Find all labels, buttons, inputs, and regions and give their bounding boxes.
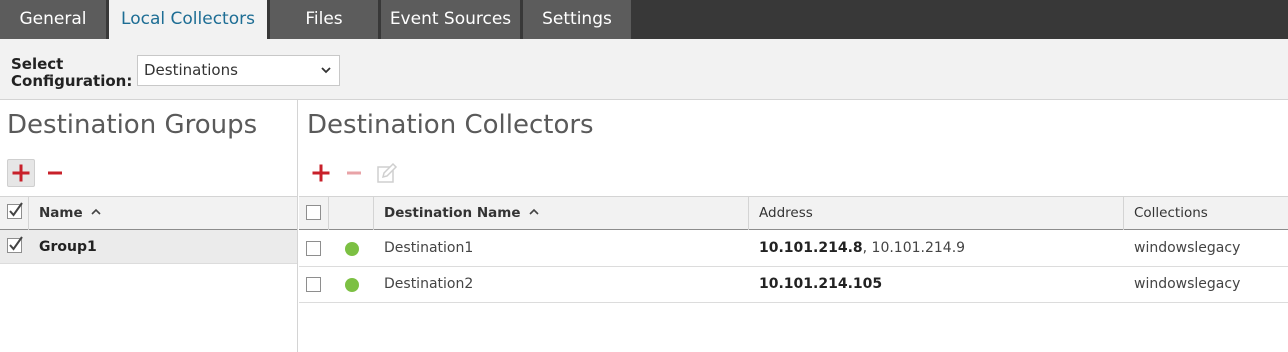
add-group-button[interactable] [7, 159, 35, 187]
column-separator [28, 197, 29, 230]
minus-icon [347, 171, 361, 175]
address-primary: 10.101.214.105 [759, 276, 883, 292]
column-separator [1123, 197, 1124, 230]
destination-row-checkbox[interactable] [306, 277, 321, 292]
chevron-down-icon [320, 56, 332, 85]
groups-name-column-header[interactable]: Name [39, 197, 102, 230]
tab-event-sources[interactable]: Event Sources [381, 0, 520, 39]
sort-ascending-icon [529, 208, 539, 215]
config-bar: Select Configuration: Destinations [0, 39, 1288, 100]
group-row-checkbox[interactable] [7, 236, 23, 254]
minus-icon [48, 171, 62, 175]
group-name: Group1 [39, 239, 97, 255]
destination-name-cell: Destination2 [384, 276, 474, 292]
column-separator [748, 197, 749, 230]
edit-destination-button[interactable] [373, 159, 401, 187]
address-column-header[interactable]: Address [759, 197, 813, 230]
group-name-cell: Group1 [39, 230, 97, 264]
sort-ascending-icon [91, 208, 101, 215]
edit-icon [377, 162, 398, 183]
address-primary: 10.101.214.8 [759, 240, 863, 256]
select-configuration-label: Select Configuration: [11, 56, 132, 90]
configuration-select[interactable]: Destinations [137, 55, 340, 86]
status-online-icon [345, 278, 359, 292]
destination-collectors-title: Destination Collectors [307, 110, 594, 140]
add-destination-button[interactable] [307, 159, 335, 187]
select-configuration-label-text: Select Configuration: [11, 55, 133, 90]
configuration-select-value: Destinations [144, 61, 238, 79]
select-all-destinations-checkbox[interactable] [306, 205, 321, 220]
plus-icon [312, 164, 330, 182]
remove-group-button[interactable] [41, 159, 69, 187]
destination-collectors-panel: Destination Collectors Destination Name … [299, 100, 1288, 352]
destination-groups-panel: Destination Groups Name Group1 [0, 100, 298, 352]
tab-settings[interactable]: Settings [523, 0, 631, 39]
column-separator [328, 197, 329, 230]
collections-column-header[interactable]: Collections [1134, 197, 1208, 230]
status-online-icon [345, 242, 359, 256]
tab-local-collectors[interactable]: Local Collectors [109, 0, 267, 39]
destination-name-header-label: Destination Name [384, 205, 521, 221]
destination-groups-title: Destination Groups [7, 110, 258, 140]
groups-name-header-label: Name [39, 205, 83, 221]
destination-name-cell: Destination1 [384, 240, 474, 256]
destination-name-column-header[interactable]: Destination Name [384, 197, 540, 230]
destination-row-checkbox[interactable] [306, 241, 321, 256]
tab-general[interactable]: General [0, 0, 106, 39]
table-row[interactable]: Destination2 10.101.214.105 windowslegac… [299, 267, 1288, 303]
address-secondary: , 10.101.214.9 [862, 240, 966, 256]
address-cell: 10.101.214.8, 10.101.214.9 [759, 231, 965, 266]
collections-cell: windowslegacy [1134, 240, 1241, 256]
plus-icon [12, 164, 30, 182]
remove-destination-button[interactable] [340, 159, 368, 187]
select-all-groups-checkbox[interactable] [7, 202, 23, 219]
tab-bar: General Local Collectors Files Event Sou… [0, 0, 1288, 39]
tab-files[interactable]: Files [270, 0, 378, 39]
groups-table-header: Name [0, 196, 297, 230]
collectors-table-header: Destination Name Address Collections [299, 196, 1288, 230]
table-row[interactable]: Destination1 10.101.214.8, 10.101.214.9 … [299, 231, 1288, 267]
collections-cell: windowslegacy [1134, 276, 1241, 292]
table-row[interactable]: Group1 [0, 230, 297, 264]
column-separator [373, 197, 374, 230]
address-cell: 10.101.214.105 [759, 267, 882, 302]
